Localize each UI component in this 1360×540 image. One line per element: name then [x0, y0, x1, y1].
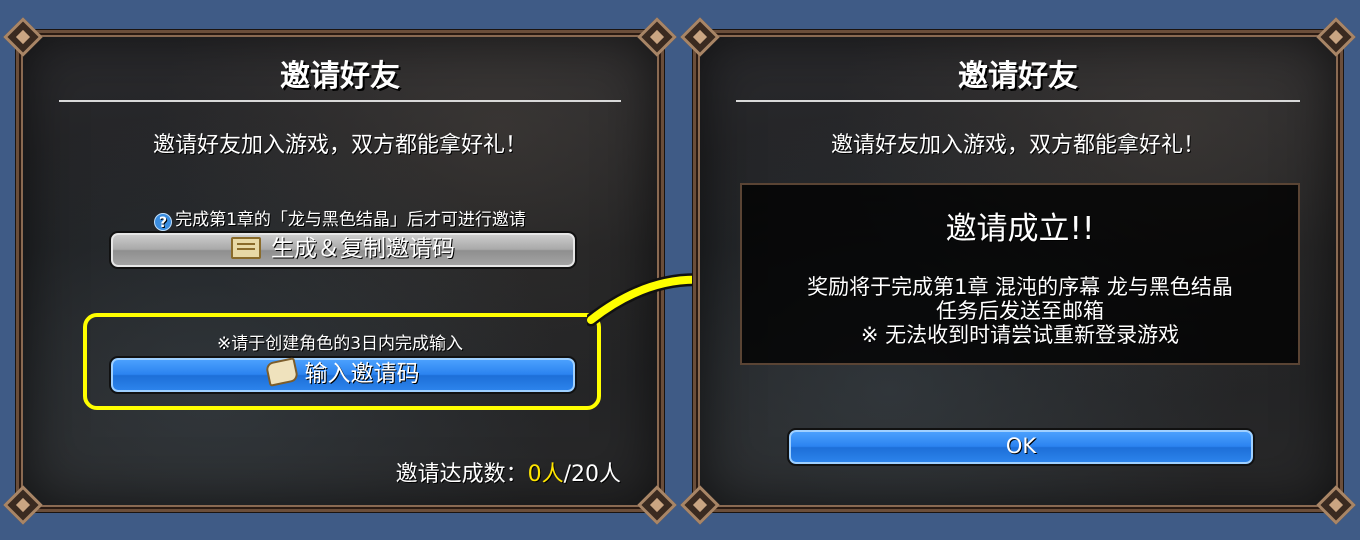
generate-button-label: 生成＆复制邀请码	[271, 236, 455, 262]
invite-requirement-hint: ? 完成第1章的「龙与黑色结晶」后才可进行邀请	[19, 205, 661, 231]
enter-invite-code-button[interactable]: 输入邀请码	[109, 356, 577, 394]
count-label: 邀请达成数：	[395, 462, 528, 487]
invite-success-dialog: 邀请成立!! 奖励将于完成第1章 混沌的序幕 龙与黑色结晶 任务后发送至邮箱 ※…	[740, 183, 1300, 365]
scroll-icon	[264, 357, 299, 387]
message-line: ※ 无法收到时请尝试重新登录游戏	[860, 323, 1180, 347]
invite-count: 邀请达成数：0人/20人	[396, 456, 621, 488]
input-deadline-note: ※请于创建角色的3日内完成输入	[216, 334, 464, 354]
message-line: 奖励将于完成第1章 混沌的序幕 龙与黑色结晶	[807, 275, 1233, 299]
hint-text: 完成第1章的「龙与黑色结晶」后才可进行邀请	[175, 210, 526, 230]
ok-button[interactable]: OK	[787, 428, 1255, 466]
corner-ornament	[680, 485, 720, 525]
invite-panel: 邀请好友 邀请好友加入游戏，双方都能拿好礼！ ? 完成第1章的「龙与黑色结晶」后才…	[3, 17, 677, 525]
question-icon[interactable]: ?	[154, 213, 173, 231]
panel-subtitle: 邀请好友加入游戏，双方都能拿好礼！	[152, 133, 527, 158]
success-title: 邀请成立!!	[945, 211, 1095, 247]
corner-ornament	[3, 485, 43, 525]
invite-result-panel: 邀请好友 邀请好友加入游戏，双方都能拿好礼！ 邀请成立!! 奖励将于完成第1章 …	[680, 17, 1356, 525]
panel-title: 邀请好友	[280, 59, 400, 94]
corner-ornament	[637, 485, 677, 525]
success-message: 奖励将于完成第1章 混沌的序幕 龙与黑色结晶 任务后发送至邮箱 ※ 无法收到时请…	[742, 275, 1298, 347]
count-current: 0人	[527, 462, 564, 487]
corner-ornament	[1316, 485, 1356, 525]
enter-button-label: 输入邀请码	[304, 361, 420, 387]
ticket-icon	[231, 237, 261, 259]
title-divider	[736, 100, 1300, 102]
title-divider	[59, 100, 621, 102]
panel-title: 邀请好友	[958, 59, 1078, 94]
count-total: /20人	[563, 462, 621, 487]
generate-copy-code-button[interactable]: 生成＆复制邀请码	[109, 231, 577, 269]
message-line: 任务后发送至邮箱	[936, 299, 1104, 323]
panel-subtitle: 邀请好友加入游戏，双方都能拿好礼！	[830, 133, 1205, 158]
